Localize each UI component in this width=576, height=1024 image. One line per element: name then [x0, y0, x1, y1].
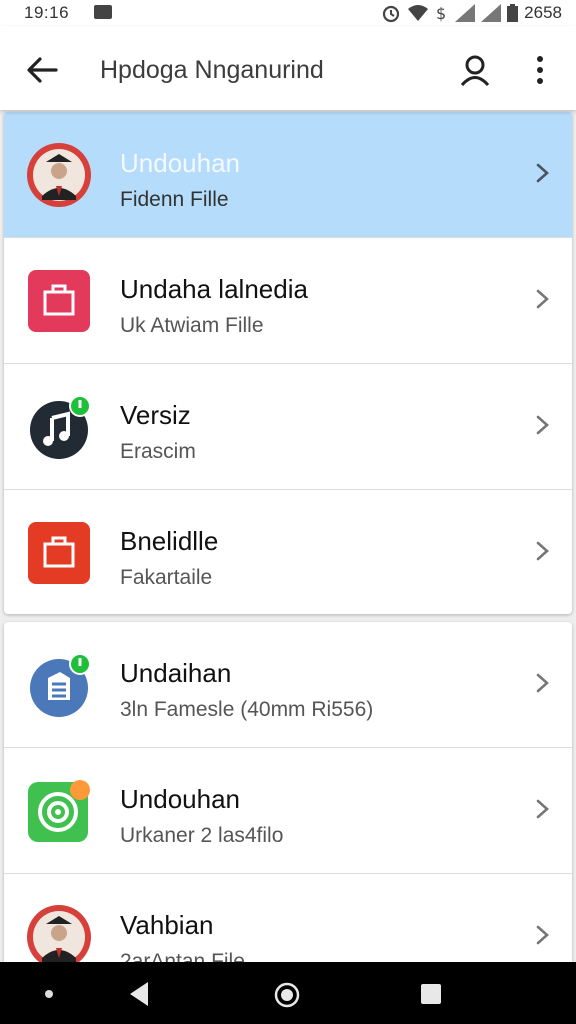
- app-bar: Hpdoga Nnganurind: [0, 26, 576, 110]
- account-icon[interactable]: [455, 50, 495, 90]
- list-item-subtitle: Fidenn Fille: [120, 188, 229, 211]
- person-avatar-icon: [27, 143, 91, 207]
- more-options-icon[interactable]: [522, 50, 558, 90]
- page-title: Hpdoga Nnganurind: [100, 56, 324, 84]
- signal-icon-2: [481, 4, 502, 22]
- signal-icon: [455, 4, 476, 22]
- music-note-icon: [30, 395, 91, 459]
- alarm-icon: [383, 5, 400, 23]
- chevron-right-icon: [536, 415, 549, 435]
- nav-recents-icon[interactable]: [421, 984, 441, 1004]
- list-item-subtitle: 3ln Famesle (40mm Ri556): [120, 698, 374, 721]
- nav-dot-icon: [45, 990, 53, 998]
- navigation-bar: [0, 962, 576, 1024]
- document-icon: [30, 653, 91, 717]
- chevron-right-icon: [536, 289, 549, 309]
- battery-icon: [507, 4, 519, 22]
- list-card-1: Undouhan Fidenn Fille Undaha lalnedia Uk…: [4, 112, 572, 614]
- chevron-right-icon: [536, 673, 549, 693]
- list-item-label: Bnelidlle: [120, 526, 219, 556]
- red-bag-icon: [28, 522, 90, 584]
- list-item-subtitle: Uk Atwiam Fille: [120, 314, 264, 337]
- wifi-icon: [408, 5, 429, 21]
- chevron-right-icon: [536, 163, 549, 183]
- data-icon: $: [436, 4, 446, 23]
- list-item-subtitle: Erascim: [120, 440, 196, 463]
- status-bar: 19:16 $ 2658: [0, 0, 576, 26]
- list-item[interactable]: Versiz Erascim: [4, 364, 572, 490]
- status-time: 19:16: [24, 3, 70, 22]
- battery-text: 2658: [524, 3, 562, 22]
- list-item[interactable]: Undaha lalnedia Uk Atwiam Fille: [4, 238, 572, 364]
- list-item-label: Vahbian: [120, 910, 214, 940]
- person-avatar-icon: [27, 905, 91, 969]
- list-item-label: Undouhan: [120, 784, 240, 814]
- svg-text:$: $: [436, 4, 446, 23]
- list-item-label: Undaha lalnedia: [120, 274, 308, 304]
- list-item[interactable]: Bnelidlle Fakartaile: [4, 490, 572, 614]
- back-arrow-icon[interactable]: [22, 50, 62, 90]
- chevron-right-icon: [536, 925, 549, 945]
- notification-icon: [94, 5, 112, 19]
- chevron-right-icon: [536, 541, 549, 561]
- nav-back-icon[interactable]: [126, 980, 152, 1008]
- nav-home-icon[interactable]: [274, 982, 300, 1008]
- pink-bag-icon: [28, 270, 90, 332]
- list-item[interactable]: Undaihan 3ln Famesle (40mm Ri556): [4, 622, 572, 748]
- list-item-label: Undouhan: [120, 148, 240, 178]
- list-item-subtitle: Fakartaile: [120, 566, 213, 589]
- target-icon: [28, 780, 90, 842]
- list-item-label: Undaihan: [120, 658, 232, 688]
- list-item-subtitle: Urkaner 2 las4filo: [120, 824, 284, 847]
- list-item[interactable]: Undouhan Fidenn Fille: [4, 112, 572, 238]
- chevron-right-icon: [536, 799, 549, 819]
- list-item-label: Versiz: [120, 400, 191, 430]
- status-icons: $ 2658: [381, 3, 562, 23]
- list-item[interactable]: Undouhan Urkaner 2 las4filo: [4, 748, 572, 874]
